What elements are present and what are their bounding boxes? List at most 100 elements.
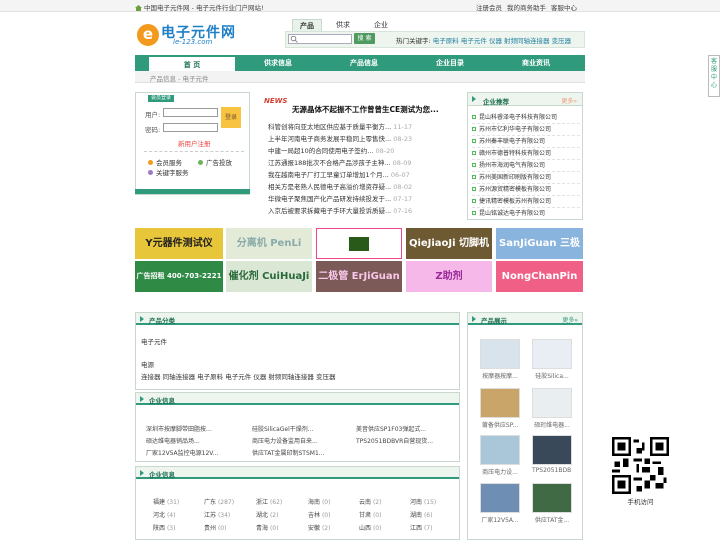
more-link[interactable]: 更多» bbox=[562, 315, 578, 324]
hot-keyword[interactable]: 变压器 bbox=[552, 37, 572, 45]
list-item[interactable]: 苏州源贸精密模板有限公司 bbox=[472, 184, 580, 196]
company-link[interactable]: TPS2051BDBVR自营现货... bbox=[356, 436, 433, 445]
customer-service-tab[interactable]: 客服中心 bbox=[708, 55, 720, 97]
region-link[interactable]: 青海 (0) bbox=[256, 523, 278, 532]
region-link[interactable]: 广东 (287) bbox=[204, 497, 234, 506]
news-headline[interactable]: 无源晶体不起振不工作曾曾生CE测试为您... bbox=[292, 104, 439, 115]
ad-banner[interactable]: QieJiaoJi 切脚机 bbox=[406, 228, 492, 259]
username-input[interactable] bbox=[163, 108, 218, 117]
home-icon[interactable] bbox=[135, 5, 142, 11]
ad-banner[interactable]: 广告招租 400-703-2221 bbox=[135, 261, 223, 292]
ad-banner[interactable]: 催化剂 CuiHuaJi bbox=[226, 261, 312, 292]
region-link[interactable]: 贵州 (0) bbox=[204, 523, 226, 532]
member-service-link[interactable]: 会员服务 bbox=[148, 157, 182, 167]
category-link[interactable]: 电子原料 bbox=[197, 373, 223, 381]
search-input[interactable] bbox=[288, 34, 352, 44]
assistant-link[interactable]: 我的商务助手 bbox=[507, 4, 546, 12]
list-item[interactable]: 捷讯精密模板苏州有限公司 bbox=[472, 196, 580, 208]
password-input[interactable] bbox=[163, 123, 218, 132]
company-link[interactable]: 硅胶SilicaGel干燥剂... bbox=[252, 424, 314, 433]
product-card[interactable]: 按摩器按摩... bbox=[480, 339, 520, 380]
register-link[interactable]: 新用户注册 bbox=[178, 138, 211, 148]
news-item[interactable]: 华微电子聚焦国产化产品研发持续投发于... 07-17 bbox=[268, 193, 412, 203]
list-item[interactable]: 苏州秦丰联电子有限公司 bbox=[472, 136, 580, 148]
region-link[interactable]: 安徽 (2) bbox=[308, 523, 330, 532]
register-link[interactable]: 注册会员 bbox=[476, 4, 502, 12]
region-link[interactable]: 福建 (31) bbox=[153, 497, 179, 506]
subcategory-name[interactable]: 电源 bbox=[141, 359, 154, 369]
search-button[interactable]: 搜 索 bbox=[354, 33, 375, 44]
tab-supply[interactable]: 供求 bbox=[332, 19, 354, 31]
news-item[interactable]: 中建一局超10的合同使用电子签约... 08-20 bbox=[268, 145, 394, 155]
region-link[interactable]: 河北 (4) bbox=[153, 510, 175, 519]
ad-banner[interactable] bbox=[316, 228, 402, 259]
service-link[interactable]: 客服中心 bbox=[551, 4, 577, 12]
company-link[interactable]: 硕达维电器销品场... bbox=[146, 436, 200, 445]
news-item[interactable]: 上半年河南电子商务发展平稳同上零售快... 08-23 bbox=[268, 133, 412, 143]
product-card[interactable]: 硕珩维电器... bbox=[532, 388, 572, 429]
product-card[interactable]: 商压电力设... bbox=[480, 435, 520, 476]
company-link[interactable]: 商压电力设备监用自来... bbox=[252, 436, 318, 445]
ad-banner[interactable]: 分离机 PenLi bbox=[226, 228, 312, 259]
category-link[interactable]: 连接器 bbox=[141, 373, 161, 381]
keyword-service-link[interactable]: 关键字服务 bbox=[148, 167, 189, 177]
company-link[interactable]: 深圳市按摩脚带田脂按... bbox=[146, 424, 212, 433]
ad-link[interactable]: 广告投放 bbox=[198, 157, 232, 167]
tab-products[interactable]: 产品 bbox=[292, 19, 322, 31]
news-item[interactable]: 科管创将向亚太地区供应基于质量平衡方... 11-17 bbox=[268, 121, 412, 131]
list-item[interactable]: 昆山科睿泽电子科技有限公司 bbox=[472, 112, 580, 124]
region-link[interactable]: 陕西 (3) bbox=[153, 523, 175, 532]
ad-banner[interactable]: 二极管 ErJiGuan bbox=[316, 261, 402, 292]
category-link[interactable]: 同轴连接器 bbox=[163, 373, 196, 381]
nav-products[interactable]: 产品信息 bbox=[321, 55, 407, 71]
news-item[interactable]: 入京后被要求拆藏电子手环大量投诉质疑... 07-16 bbox=[268, 205, 412, 215]
list-item[interactable]: 苏州市亿利华电子有限公司 bbox=[472, 124, 580, 136]
hot-keyword[interactable]: 射频同轴连接器 bbox=[504, 37, 550, 45]
region-link[interactable]: 江西 (7) bbox=[410, 523, 432, 532]
list-item[interactable]: 苏州美国新印刷版有限公司 bbox=[472, 172, 580, 184]
ad-banner[interactable]: NongChanPin 农产品 bbox=[496, 261, 583, 292]
company-link[interactable]: 厂家12V5A监控电源12V... bbox=[146, 448, 218, 457]
list-item[interactable]: 昆山铭诚达电子有限公司 bbox=[472, 208, 580, 220]
product-card[interactable]: 厂家12V5A... bbox=[480, 483, 520, 524]
region-link[interactable]: 江苏 (34) bbox=[204, 510, 230, 519]
region-link[interactable]: 湖南 (6) bbox=[410, 510, 432, 519]
nav-news[interactable]: 商业资讯 bbox=[493, 55, 579, 71]
ad-banner[interactable]: Y元器件测试仪 bbox=[135, 228, 223, 259]
logo[interactable]: e 电子元件网 le-123.com bbox=[137, 20, 257, 50]
category-link[interactable]: 仪器 bbox=[253, 373, 266, 381]
product-card[interactable]: 硅胶Silica... bbox=[532, 339, 572, 380]
region-link[interactable]: 浙江 (62) bbox=[256, 497, 282, 506]
product-card[interactable]: 供应TAT金... bbox=[532, 483, 572, 524]
list-item[interactable]: 扬州市海润电气有限公司 bbox=[472, 160, 580, 172]
hot-keyword[interactable]: 电子元件 bbox=[461, 37, 487, 45]
hot-keyword[interactable]: 仪器 bbox=[489, 37, 502, 45]
nav-supply[interactable]: 供求信息 bbox=[235, 55, 321, 71]
tab-company[interactable]: 企业 bbox=[370, 19, 392, 31]
region-link[interactable]: 吉林 (0) bbox=[308, 510, 330, 519]
news-item[interactable]: 我在越南电子厂打工早童订单增加1个月... 06-07 bbox=[268, 169, 410, 179]
region-link[interactable]: 云南 (2) bbox=[359, 497, 381, 506]
hot-keyword[interactable]: 电子原料 bbox=[433, 37, 459, 45]
region-link[interactable]: 湖北 (2) bbox=[256, 510, 278, 519]
more-link[interactable]: 更多» bbox=[561, 96, 577, 105]
ad-banner[interactable]: Z助剂 bbox=[406, 261, 492, 292]
category-name[interactable]: 电子元件 bbox=[141, 336, 167, 346]
news-item[interactable]: 江苏通报188批次不合格产品涉孩子主神... 08-09 bbox=[268, 157, 412, 167]
login-button[interactable]: 登录 bbox=[221, 107, 241, 128]
nav-home[interactable]: 首 页 bbox=[149, 55, 235, 71]
category-link[interactable]: 射频同轴连接器 bbox=[268, 373, 314, 381]
product-card[interactable]: 莆备供应SP... bbox=[480, 388, 520, 429]
ad-banner[interactable]: SanJiGuan 三极管 bbox=[496, 228, 583, 259]
category-link[interactable]: 电子元件 bbox=[225, 373, 251, 381]
region-link[interactable]: 河南 (15) bbox=[410, 497, 436, 506]
company-link[interactable]: 美音供应SP1F03弹起式... bbox=[356, 424, 426, 433]
company-link[interactable]: 供应TAT金属印制STSM1... bbox=[252, 448, 325, 457]
news-item[interactable]: 相关方是老熟人民德电子高溢价增资存疑... 08-02 bbox=[268, 181, 412, 191]
list-item[interactable]: 赣州市德普特科技有限公司 bbox=[472, 148, 580, 160]
category-link[interactable]: 变压器 bbox=[316, 373, 336, 381]
product-card[interactable]: TPS2051BDB... bbox=[532, 435, 572, 474]
region-link[interactable]: 甘肃 (0) bbox=[359, 510, 381, 519]
region-link[interactable]: 海南 (0) bbox=[308, 497, 330, 506]
region-link[interactable]: 山西 (0) bbox=[359, 523, 381, 532]
